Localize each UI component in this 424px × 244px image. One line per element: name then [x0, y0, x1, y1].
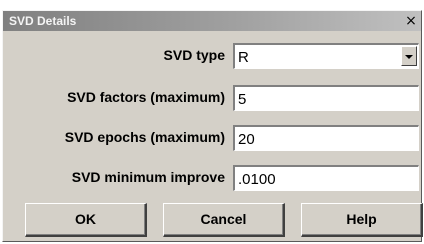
dropdown-button[interactable]: [401, 46, 417, 66]
svd-min-improve-label: SVD minimum improve: [71, 169, 225, 185]
svd-type-value: R: [238, 49, 249, 66]
svd-epochs-row: SVD epochs (maximum) 20: [3, 123, 421, 153]
svd-factors-row: SVD factors (maximum) 5: [3, 83, 421, 113]
cancel-button[interactable]: Cancel: [163, 203, 285, 237]
svd-epochs-label: SVD epochs (maximum): [64, 129, 225, 145]
close-icon[interactable]: ×: [402, 13, 420, 29]
svd-epochs-input[interactable]: 20: [233, 125, 419, 151]
chevron-down-icon: [405, 55, 413, 59]
svd-type-row: SVD type R: [3, 41, 421, 71]
svd-details-dialog: SVD Details × SVD type R SVD factors (ma…: [2, 10, 423, 242]
svd-type-label: SVD type: [163, 47, 225, 63]
help-button[interactable]: Help: [301, 203, 423, 237]
svd-min-improve-row: SVD minimum improve .0100: [3, 163, 421, 193]
ok-button[interactable]: OK: [25, 203, 147, 237]
svd-type-select[interactable]: R: [233, 43, 419, 69]
dialog-title: SVD Details: [9, 14, 77, 28]
svd-min-improve-input[interactable]: .0100: [233, 165, 419, 191]
title-bar[interactable]: SVD Details ×: [3, 11, 421, 31]
svd-factors-input[interactable]: 5: [233, 85, 419, 111]
svd-factors-label: SVD factors (maximum): [67, 89, 225, 105]
